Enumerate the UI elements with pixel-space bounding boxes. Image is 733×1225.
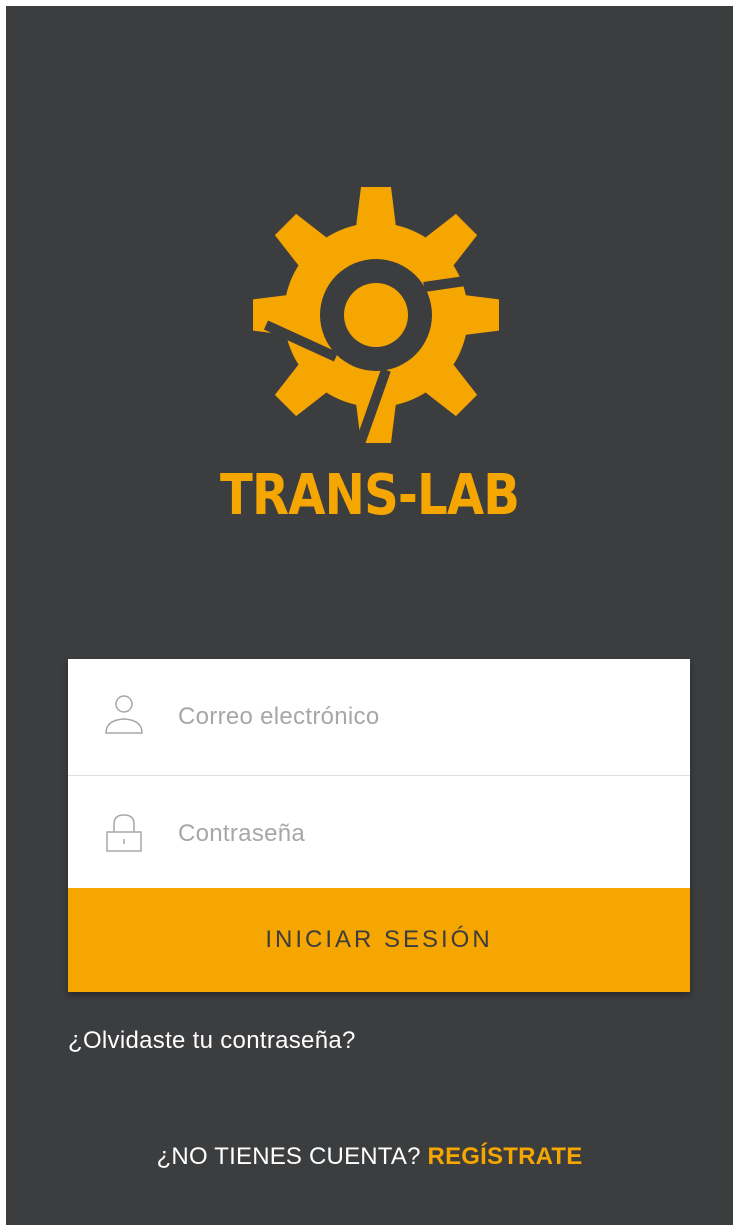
logo [6, 186, 733, 446]
login-form: INICIAR SESIÓN [68, 659, 690, 992]
login-screen: TRANS-LAB INICIAR SESIÓN ¿Olvidas [6, 6, 733, 1225]
register-link[interactable]: REGÍSTRATE [428, 1143, 583, 1170]
forgot-password-link[interactable]: ¿Olvidaste tu contraseña? [68, 1027, 356, 1055]
email-field[interactable] [178, 695, 658, 739]
signup-prompt: ¿NO TIENES CUENTA? REGÍSTRATE [6, 1143, 733, 1171]
email-row [68, 659, 690, 776]
no-account-text: ¿NO TIENES CUENTA? [156, 1143, 421, 1170]
gear-logo-icon [253, 187, 499, 443]
password-row [68, 776, 690, 888]
password-field[interactable] [178, 812, 658, 856]
user-icon [102, 693, 146, 737]
lock-icon [102, 810, 146, 854]
brand-name: TRANS-LAB [220, 463, 520, 528]
login-button[interactable]: INICIAR SESIÓN [68, 888, 690, 992]
